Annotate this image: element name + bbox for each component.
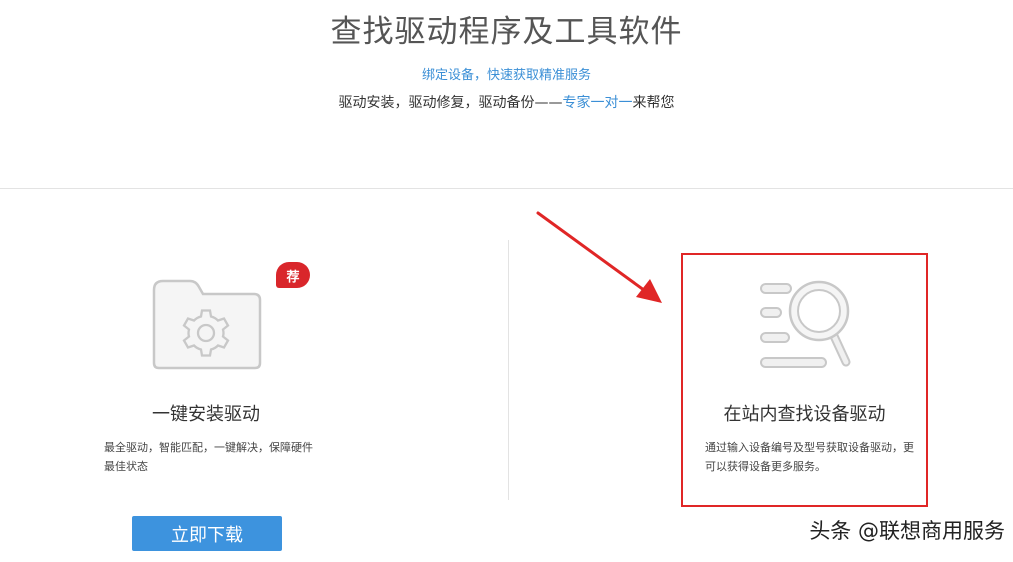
one-click-install-description: 最全驱动，智能匹配，一键解决，保障硬件最佳状态 bbox=[104, 441, 313, 473]
page-subtitle: 驱动安装，驱动修复，驱动备份——专家一对一来帮您 bbox=[0, 92, 1013, 112]
vertical-divider bbox=[508, 240, 509, 500]
download-now-button[interactable]: 立即下载 bbox=[132, 516, 282, 551]
site-search-description: 通过输入设备编号及型号获取设备驱动，更可以获得设备更多服务。 bbox=[705, 441, 914, 473]
bind-device-link[interactable]: 绑定设备，快速获取精准服务 bbox=[0, 64, 1013, 83]
subtitle-suffix: 来帮您 bbox=[632, 95, 675, 111]
site-search-title[interactable]: 在站内查找设备驱动 bbox=[683, 400, 926, 426]
expert-link[interactable]: 专家一对一 bbox=[563, 95, 633, 111]
horizontal-divider bbox=[0, 188, 1013, 189]
red-arrow-icon bbox=[536, 211, 662, 303]
folder-gear-icon bbox=[152, 279, 262, 370]
one-click-install-title: 一键安装驱动 bbox=[152, 404, 260, 425]
watermark-text: 头条 @联想商用服务 bbox=[809, 519, 1005, 543]
recommend-badge: 荐 bbox=[276, 262, 310, 288]
subtitle-prefix: 驱动安装，驱动修复，驱动备份—— bbox=[338, 95, 563, 111]
search-list-icon bbox=[760, 280, 851, 368]
page-title: 查找驱动程序及工具软件 bbox=[330, 14, 683, 50]
